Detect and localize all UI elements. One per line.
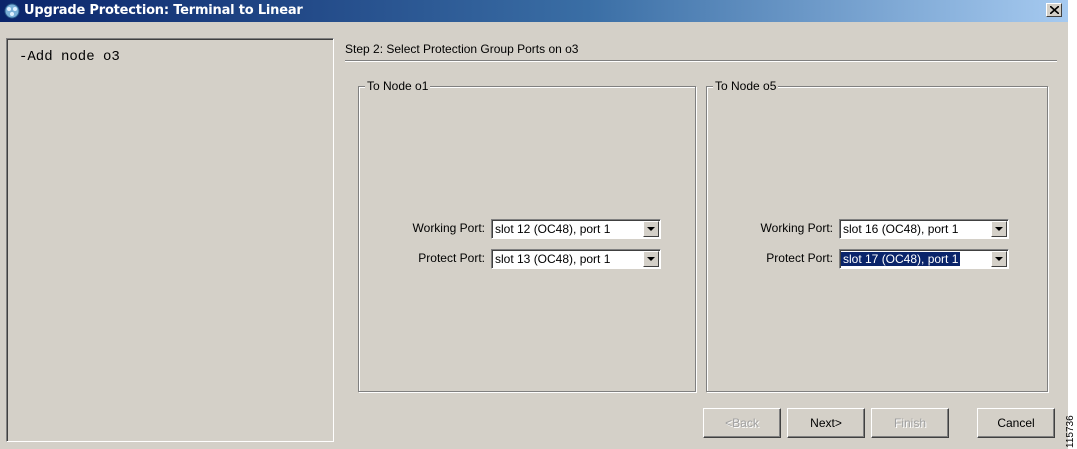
group-to-node-o1: To Node o1 Working Port: slot 12 (OC48),… [358,79,696,392]
working-port-value: slot 16 (OC48), port 1 [843,222,959,236]
protect-port-value: slot 13 (OC48), port 1 [495,252,611,266]
step-divider [345,60,1057,62]
working-port-label: Working Port: [760,221,833,235]
next-button[interactable]: Next> [787,408,865,438]
chevron-down-icon [647,227,655,231]
protect-port-select[interactable]: slot 17 (OC48), port 1 [839,249,1009,269]
group-to-node-o5: To Node o5 Working Port: slot 16 (OC48),… [706,79,1048,392]
working-port-select[interactable]: slot 16 (OC48), port 1 [839,219,1009,239]
chevron-down-icon [647,257,655,261]
back-button[interactable]: <Back [703,408,781,438]
close-button[interactable] [1046,3,1062,17]
figure-id: 115736 [1065,415,1076,448]
protect-port-label: Protect Port: [766,251,833,265]
protect-port-value: slot 17 (OC48), port 1 [841,252,961,266]
network-icon [4,3,20,19]
chevron-down-icon [995,227,1003,231]
log-text: -Add node o3 [19,49,120,65]
window-title: Upgrade Protection: Terminal to Linear [24,3,303,18]
dropdown-button[interactable] [991,221,1007,237]
chevron-down-icon [995,257,1003,261]
step-title: Step 2: Select Protection Group Ports on… [345,42,579,56]
protect-port-label: Protect Port: [418,251,485,265]
dropdown-button[interactable] [991,251,1007,267]
working-port-value: slot 12 (OC48), port 1 [495,222,611,236]
title-bar[interactable]: Upgrade Protection: Terminal to Linear [0,0,1068,22]
dropdown-button[interactable] [643,251,659,267]
working-port-label: Working Port: [412,221,485,235]
working-port-select[interactable]: slot 12 (OC48), port 1 [491,219,661,239]
finish-button[interactable]: Finish [871,408,949,438]
group-legend: To Node o1 [365,79,431,93]
close-icon [1050,6,1059,14]
protect-port-select[interactable]: slot 13 (OC48), port 1 [491,249,661,269]
cancel-button[interactable]: Cancel [977,408,1055,438]
dialog-window: Upgrade Protection: Terminal to Linear -… [0,0,1068,449]
log-panel: -Add node o3 [6,38,334,442]
dropdown-button[interactable] [643,221,659,237]
group-legend: To Node o5 [713,79,779,93]
